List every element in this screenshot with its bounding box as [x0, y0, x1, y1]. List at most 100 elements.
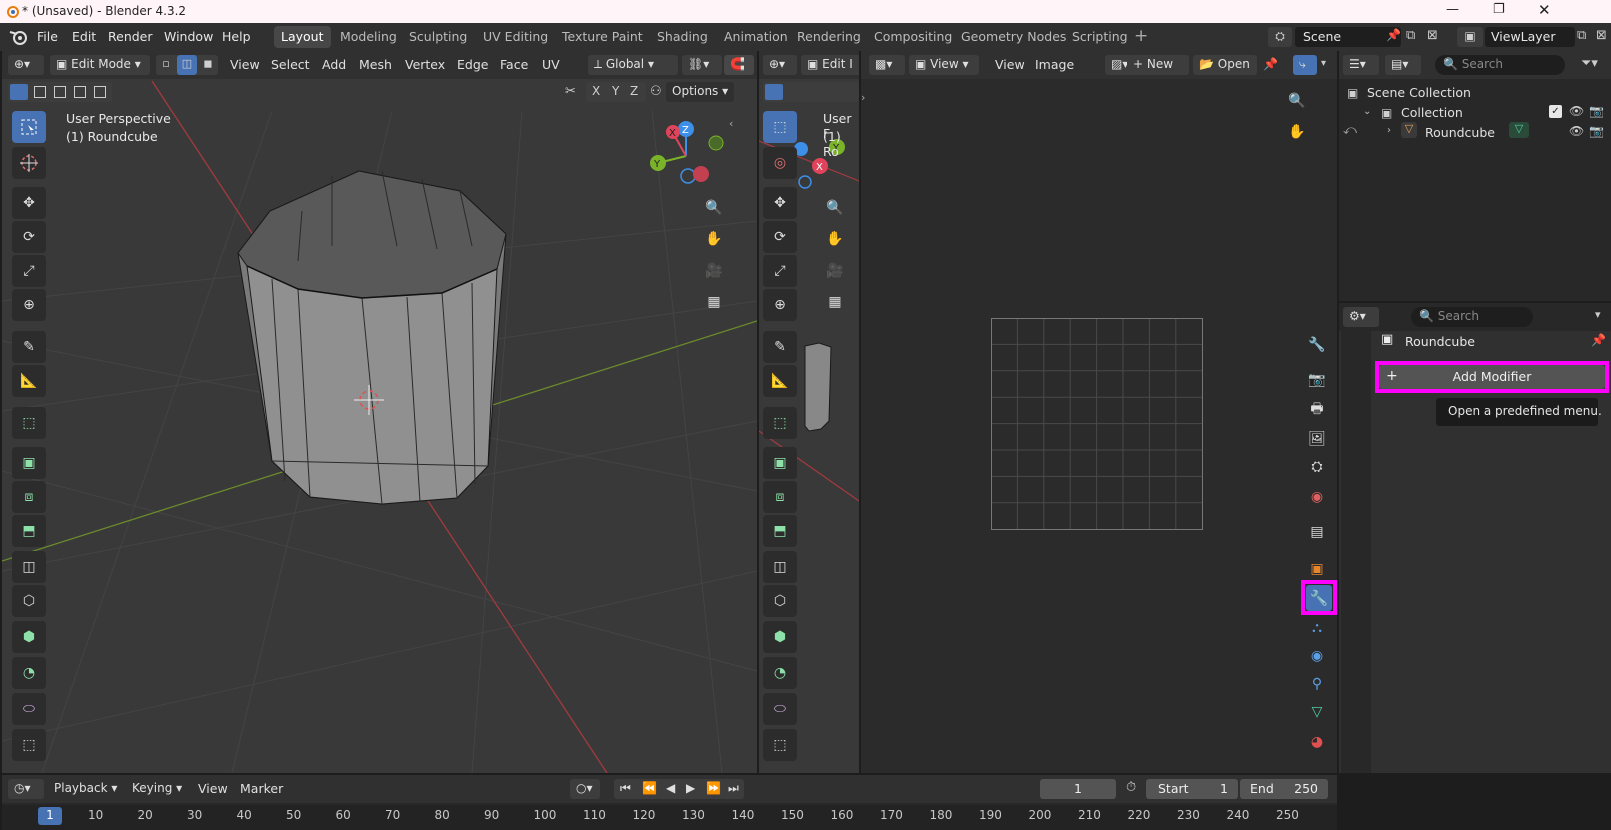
- extrude-tool-icon[interactable]: ▣: [12, 447, 46, 479]
- next-keyframe-icon[interactable]: ⏩: [706, 781, 721, 795]
- menu-file[interactable]: File: [37, 29, 58, 44]
- smooth-tool-icon-2[interactable]: ⬭: [763, 693, 797, 725]
- jump-start-icon[interactable]: ⏮: [620, 781, 631, 796]
- perspective-grid-icon-2[interactable]: ▦: [821, 288, 849, 316]
- menu-edit[interactable]: Edit: [72, 29, 96, 44]
- object-label[interactable]: Roundcube: [1425, 125, 1495, 140]
- playhead-frame[interactable]: 1: [38, 807, 62, 825]
- loop-cut-tool-icon-2[interactable]: ◫: [763, 551, 797, 583]
- pin-icon[interactable]: 📌: [1386, 28, 1401, 42]
- smooth-tool-icon[interactable]: ⬭: [12, 693, 46, 725]
- move-tool-icon[interactable]: ✥: [12, 187, 46, 219]
- transform-tool-icon[interactable]: ⊕: [12, 289, 46, 321]
- jump-end-icon[interactable]: ⏭: [728, 781, 739, 796]
- timeline-menu-view[interactable]: View: [198, 781, 228, 796]
- menu-render[interactable]: Render: [108, 29, 153, 44]
- tab-compositing[interactable]: Compositing: [867, 26, 959, 48]
- scale-tool-icon-2[interactable]: ⤢: [763, 255, 797, 287]
- output-tab-icon[interactable]: 🖶: [1304, 397, 1330, 423]
- properties-editor[interactable]: ⚙▾ 🔍 Search ▾ ▣ Roundcube 📌 + Add Modifi…: [1339, 303, 1611, 773]
- view-layer-tab-icon[interactable]: 🖼: [1304, 426, 1330, 452]
- tab-animation[interactable]: Animation: [717, 26, 795, 48]
- measure-tool-icon[interactable]: 📐: [12, 365, 46, 397]
- start-frame-field[interactable]: Start 1: [1146, 779, 1238, 799]
- move-tool-icon-2[interactable]: ✥: [763, 187, 797, 219]
- outliner[interactable]: ☰▾ ▤▾ 🔍 Search ⏷▾ ▣ Scene Collection ⌄ ▣…: [1339, 51, 1611, 301]
- object-visibility-icon[interactable]: 👁: [1569, 124, 1584, 138]
- delete-scene-icon[interactable]: ⊠: [1427, 28, 1438, 43]
- tab-shading[interactable]: Shading: [650, 26, 715, 48]
- bevel-tool-icon-2[interactable]: ⬒: [763, 515, 797, 547]
- tab-layout[interactable]: Layout: [274, 26, 331, 48]
- image-editor-type-icon[interactable]: ▩▾: [869, 55, 905, 75]
- tab-sculpting[interactable]: Sculpting: [402, 26, 474, 48]
- play-reverse-icon[interactable]: ◀: [666, 781, 675, 795]
- scene-tab-icon[interactable]: ⛭: [1304, 454, 1330, 480]
- collection-visibility-icon[interactable]: 👁: [1569, 104, 1584, 118]
- keying-dropdown[interactable]: Keying ▾: [126, 779, 186, 799]
- properties-pin-icon[interactable]: 📌: [1591, 333, 1606, 347]
- navigation-gizmo[interactable]: Z X Y: [650, 121, 724, 184]
- tab-modeling[interactable]: Modeling: [333, 26, 404, 48]
- collection-render-icon[interactable]: 📷: [1589, 104, 1604, 118]
- menu-image[interactable]: Image: [1035, 57, 1074, 72]
- timeline-editor-type-icon[interactable]: ◷▾: [8, 779, 44, 799]
- spin-tool-icon-2[interactable]: ◔: [763, 657, 797, 689]
- view-layer-field[interactable]: ViewLayer: [1485, 27, 1575, 47]
- cursor-tool-icon-2[interactable]: ◎: [763, 147, 797, 179]
- loop-cut-tool-icon[interactable]: ◫: [12, 551, 46, 583]
- material-tab-icon[interactable]: ◕: [1304, 729, 1330, 755]
- stopwatch-icon[interactable]: ⏱: [1126, 780, 1136, 795]
- collection-expand-icon[interactable]: ⌄: [1363, 106, 1371, 117]
- bevel-tool-icon[interactable]: ⬒: [12, 515, 46, 547]
- tool-tab-icon[interactable]: 🔧: [1304, 332, 1330, 358]
- render-tab-icon[interactable]: 📷: [1304, 367, 1330, 393]
- collection-tab-icon[interactable]: ▤: [1304, 519, 1330, 545]
- view-layer-icon[interactable]: ▣: [1457, 27, 1483, 47]
- new-view-layer-icon[interactable]: ⧉: [1577, 28, 1586, 43]
- annotate-tool-icon-2[interactable]: ✎: [763, 331, 797, 363]
- end-frame-field[interactable]: End 250: [1240, 779, 1328, 799]
- annotate-tool-icon[interactable]: ✎: [12, 331, 46, 363]
- delete-view-layer-icon[interactable]: ⊠: [1596, 28, 1607, 43]
- constraints-tab-icon[interactable]: ⚲: [1304, 671, 1330, 697]
- prev-keyframe-icon[interactable]: ⏪: [642, 781, 657, 795]
- scene-type-icon[interactable]: ⛭: [1268, 27, 1292, 47]
- perspective-grid-icon[interactable]: ▦: [700, 288, 728, 316]
- roundcube-mesh[interactable]: [237, 170, 507, 505]
- uv-sync-icon[interactable]: ⤷: [1293, 55, 1317, 75]
- new-scene-icon[interactable]: ⧉: [1406, 28, 1415, 43]
- tab-uv-editing[interactable]: UV Editing: [476, 26, 555, 48]
- camera-view-icon-2[interactable]: 🎥: [821, 257, 849, 285]
- image-editor[interactable]: ▩▾ ▣ View ▾ View Image ▨▾ + New 📂 Open 📌…: [861, 51, 1337, 773]
- poly-build-tool-icon-2[interactable]: ⬢: [763, 621, 797, 653]
- tab-geometry-nodes[interactable]: Geometry Nodes: [954, 26, 1073, 48]
- particles-tab-icon[interactable]: ⛬: [1304, 615, 1330, 641]
- menu-image-view[interactable]: View: [995, 57, 1025, 72]
- auto-keying-icon[interactable]: ○▾: [570, 779, 600, 799]
- maximize-icon[interactable]: ❐: [1493, 2, 1505, 17]
- zoom-icon[interactable]: 🔍: [700, 194, 728, 222]
- world-tab-icon[interactable]: ◉: [1304, 484, 1330, 510]
- image-view-mode-select[interactable]: ▣ View ▾: [909, 55, 979, 75]
- edge-slide-tool-icon-2[interactable]: ⬚: [763, 729, 797, 761]
- tab-scripting[interactable]: Scripting: [1065, 26, 1135, 48]
- mesh-data-icon[interactable]: ▽: [1509, 122, 1529, 138]
- spin-tool-icon[interactable]: ◔: [12, 657, 46, 689]
- new-image-button[interactable]: + New: [1127, 55, 1189, 75]
- rotate-tool-icon-2[interactable]: ⟳: [763, 221, 797, 253]
- modifier-wrench-icon[interactable]: 🔧: [1306, 585, 1332, 611]
- add-modifier-button[interactable]: + Add Modifier: [1379, 365, 1605, 389]
- physics-tab-icon[interactable]: ◉: [1304, 643, 1330, 669]
- roundcube-mesh-2[interactable]: [804, 342, 832, 432]
- display-mode-icon[interactable]: ▤▾: [1385, 55, 1421, 75]
- current-frame-field[interactable]: 1: [1040, 779, 1116, 799]
- add-workspace-icon[interactable]: +: [1134, 26, 1148, 46]
- add-cube-tool-icon-2[interactable]: ⬚: [763, 407, 797, 439]
- scene-collection-label[interactable]: Scene Collection: [1367, 85, 1471, 100]
- viewport-secondary[interactable]: ⊕▾ ▣ Edit I Y X User F (1) Ro 🔍 ✋ 🎥 ▦ ⬚ …: [759, 51, 859, 773]
- data-tab-icon[interactable]: ▽: [1304, 699, 1330, 725]
- toolbar-toggle-icon[interactable]: ›: [861, 91, 865, 104]
- extrude-tool-icon-2[interactable]: ▣: [763, 447, 797, 479]
- uv-sync-dropdown-icon[interactable]: ▾: [1321, 58, 1326, 69]
